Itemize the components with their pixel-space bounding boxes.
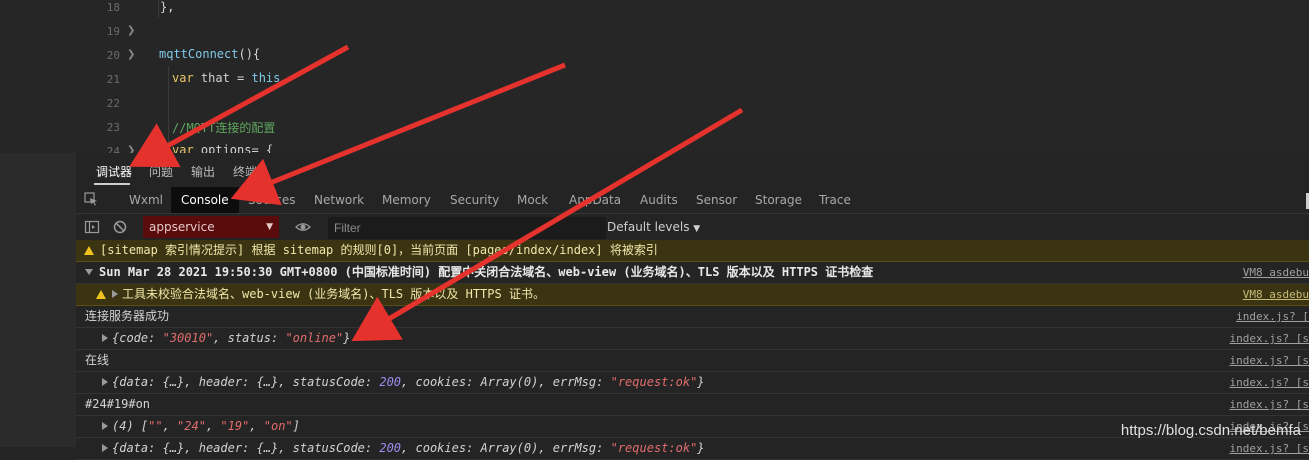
expand-down-icon[interactable]	[85, 269, 93, 275]
code-line-18: },	[160, 0, 175, 14]
filter-input[interactable]	[328, 217, 606, 239]
line-number: 20	[106, 49, 120, 62]
indent-guide	[168, 66, 169, 153]
code-keyword: var	[172, 143, 194, 153]
source-link[interactable]: index.js? [s	[1230, 350, 1309, 371]
tab-sources[interactable]: Sources	[238, 187, 305, 213]
inspect-element-icon[interactable]	[84, 192, 98, 206]
console-text: 连接服务器成功	[85, 309, 170, 323]
warning-icon	[96, 290, 106, 299]
active-tab-underline	[94, 183, 130, 185]
console-row-object[interactable]: {data: {…}, header: {…}, statusCode: 200…	[76, 438, 1309, 460]
log-levels-label: Default levels	[607, 220, 690, 234]
console-text: #24#19#on	[85, 397, 151, 411]
console-row-object[interactable]: {code: "30010", status: "online"} index.…	[76, 328, 1309, 350]
console-text: Sun Mar 28 2021 19:50:30 GMT+0800 (中国标准时…	[99, 265, 874, 279]
expand-right-icon[interactable]	[102, 378, 108, 386]
console-toolbar: appservice ▼ Default levels ▼	[76, 214, 1309, 241]
code-keyword: var	[172, 71, 194, 85]
line-number: 21	[106, 73, 120, 86]
console-row[interactable]: #24#19#on index.js? [s	[76, 394, 1309, 416]
tab-appdata[interactable]: AppData	[559, 187, 631, 213]
tab-memory[interactable]: Memory	[372, 187, 441, 213]
context-select[interactable]: appservice ▼	[143, 216, 279, 238]
code-text: options= {	[193, 143, 274, 153]
source-link[interactable]: index.js? [s	[1230, 394, 1309, 415]
log-levels-dropdown[interactable]: Default levels ▼	[607, 220, 700, 234]
tab-audits[interactable]: Audits	[630, 187, 688, 213]
code-text: that =	[193, 71, 252, 85]
line-number: 23	[106, 121, 120, 134]
tab-debugger[interactable]: 调试器	[96, 163, 132, 180]
code-fn-name: mqttConnect	[159, 47, 239, 61]
code-line-21: var that = this	[172, 71, 280, 85]
line-number: 19	[106, 25, 120, 38]
code-this: this	[251, 71, 281, 85]
expand-right-icon[interactable]	[102, 422, 108, 430]
expand-right-icon[interactable]	[102, 444, 108, 452]
console-row[interactable]: 连接服务器成功 index.js? [	[76, 306, 1309, 328]
tab-console[interactable]: Console	[171, 187, 239, 213]
code-line-23-comment: //MQTT连接的配置	[172, 121, 276, 135]
source-link[interactable]: VM8 asdebu	[1243, 262, 1309, 283]
code-punct: (){	[238, 47, 261, 61]
console-row-warning[interactable]: [sitemap 索引情况提示] 根据 sitemap 的规则[0]，当前页面 …	[76, 240, 1309, 262]
tab-storage[interactable]: Storage	[745, 187, 812, 213]
source-link[interactable]: index.js? [	[1236, 306, 1309, 327]
tab-security[interactable]: Security	[440, 187, 509, 213]
expand-right-icon[interactable]	[102, 334, 108, 342]
code-editor[interactable]: 18 19 ❯ 20 ❯ 21 22 23 24 ❯ }, mqttConnec…	[0, 0, 1309, 153]
line-number: 22	[106, 97, 120, 110]
devtools-panel: 调试器 问题 输出 终端 Wxml Console Sources Networ…	[76, 153, 1309, 460]
source-link[interactable]: index.js? [s	[1230, 372, 1309, 393]
tab-network[interactable]: Network	[304, 187, 374, 213]
console-text: 在线	[85, 353, 110, 367]
code-line-24: var options= {	[172, 143, 273, 153]
watermark-text: https://blog.csdn.net/bemfa	[1120, 422, 1301, 439]
code-line-20: mqttConnect(){	[159, 47, 260, 61]
tab-sensor[interactable]: Sensor	[686, 187, 747, 213]
source-link[interactable]: index.js? [s	[1230, 328, 1309, 349]
console-text: 工具未校验合法域名、web-view (业务域名)、TLS 版本以及 HTTPS…	[122, 287, 545, 301]
devtools-tab-bar: Wxml Console Sources Network Memory Secu…	[76, 187, 1309, 214]
tab-terminal[interactable]: 终端	[233, 163, 257, 180]
console-row-warning[interactable]: 工具未校验合法域名、web-view (业务域名)、TLS 版本以及 HTTPS…	[76, 284, 1309, 306]
caret-down-icon: ▼	[693, 224, 701, 234]
clear-console-icon[interactable]	[112, 219, 128, 235]
fold-chevron-icon[interactable]: ❯	[127, 49, 135, 60]
tab-problems[interactable]: 问题	[149, 163, 173, 180]
eye-icon[interactable]	[295, 219, 311, 235]
tab-trace[interactable]: Trace	[809, 187, 861, 213]
sidebar-toggle-icon[interactable]	[84, 219, 100, 235]
line-number: 24	[106, 145, 120, 153]
tab-output[interactable]: 输出	[191, 163, 215, 180]
tab-mock[interactable]: Mock	[507, 187, 558, 213]
line-number: 18	[106, 1, 120, 14]
console-text: [sitemap 索引情况提示] 根据 sitemap 的规则[0]，当前页面 …	[100, 243, 658, 257]
caret-down-icon: ▼	[266, 222, 273, 232]
console-group-header[interactable]: Sun Mar 28 2021 19:50:30 GMT+0800 (中国标准时…	[76, 262, 1309, 284]
indent-guide	[158, 0, 159, 18]
expand-right-icon[interactable]	[112, 290, 118, 298]
console-row-object[interactable]: {data: {…}, header: {…}, statusCode: 200…	[76, 372, 1309, 394]
panel-tab-bar: 调试器 问题 输出 终端	[76, 153, 1309, 188]
source-link[interactable]: VM8 asdebu	[1243, 284, 1309, 305]
tab-wxml[interactable]: Wxml	[119, 187, 173, 213]
warning-icon	[84, 246, 94, 255]
console-row[interactable]: 在线 index.js? [s	[76, 350, 1309, 372]
fold-chevron-icon[interactable]: ❯	[127, 145, 135, 153]
source-link[interactable]: index.js? [s	[1230, 438, 1309, 459]
context-select-value: appservice	[149, 220, 215, 234]
fold-chevron-icon[interactable]: ❯	[127, 25, 135, 36]
